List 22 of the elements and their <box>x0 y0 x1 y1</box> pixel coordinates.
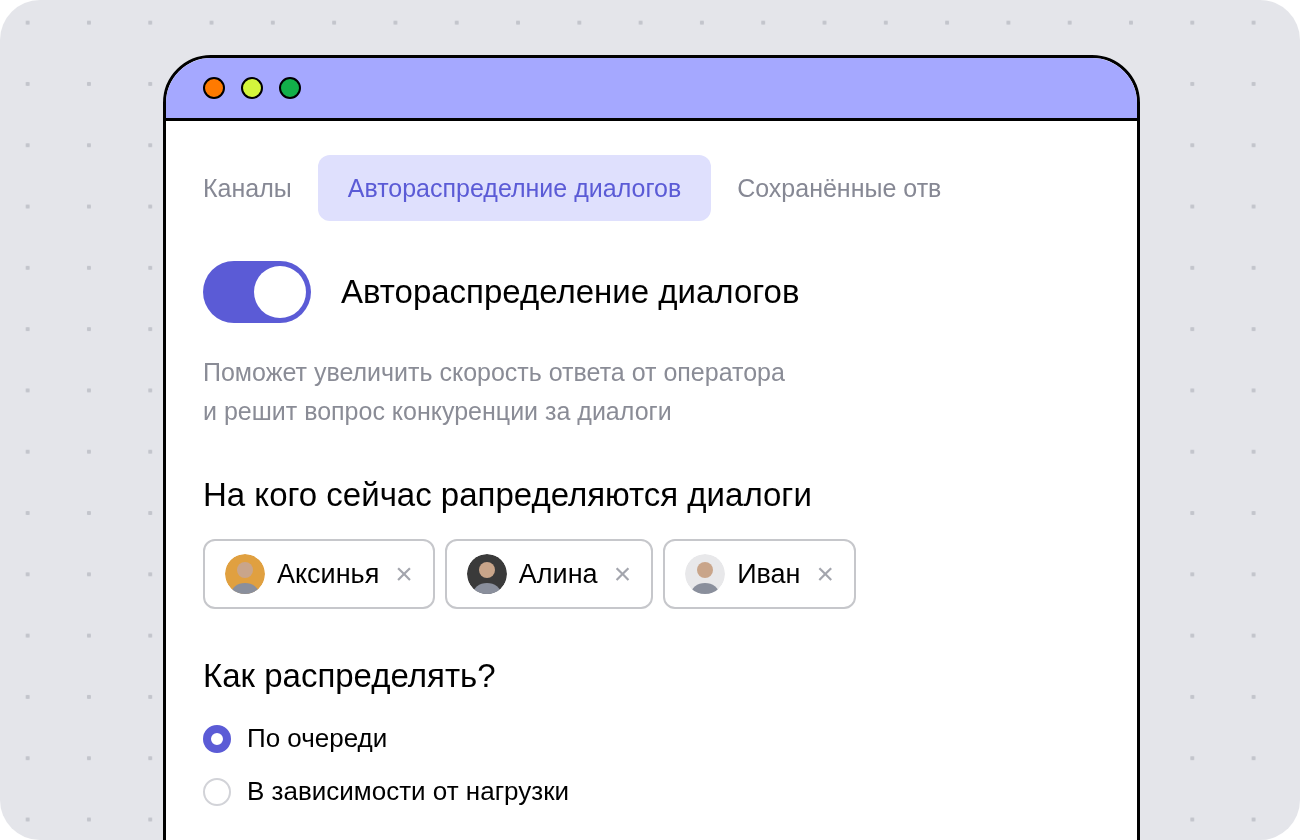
window-control[interactable] <box>279 77 301 99</box>
window-control[interactable] <box>203 77 225 99</box>
window-control[interactable] <box>241 77 263 99</box>
avatar-icon <box>466 554 507 594</box>
tab[interactable]: Сохранённые отв <box>737 155 942 221</box>
option-label: В зависимости от нагрузки <box>247 776 570 807</box>
person-name: Иван <box>737 558 801 590</box>
remove-button[interactable]: × <box>812 557 835 591</box>
avatar-icon <box>225 554 265 594</box>
remove-button[interactable]: × <box>391 557 413 591</box>
section-heading: На кого сейчас рапределяются диалоги <box>203 476 813 514</box>
remove-button[interactable]: × <box>609 557 632 591</box>
radio-button[interactable] <box>203 724 231 753</box>
person-name: Алина <box>518 558 598 590</box>
person-name: Аксинья <box>277 558 380 590</box>
section-heading: Как распределять? <box>203 657 497 695</box>
tab[interactable]: Каналы <box>203 155 292 221</box>
option-label: По очереди <box>247 723 388 754</box>
toggle-label: Автораспределение диалогов <box>341 273 800 311</box>
tab[interactable]: Автораспределние диалогов <box>317 155 712 221</box>
avatar-icon <box>685 554 726 594</box>
description: Поможет увеличить скорость ответа от оператора и решит вопрос конкуренции за диалоги <box>203 357 786 427</box>
